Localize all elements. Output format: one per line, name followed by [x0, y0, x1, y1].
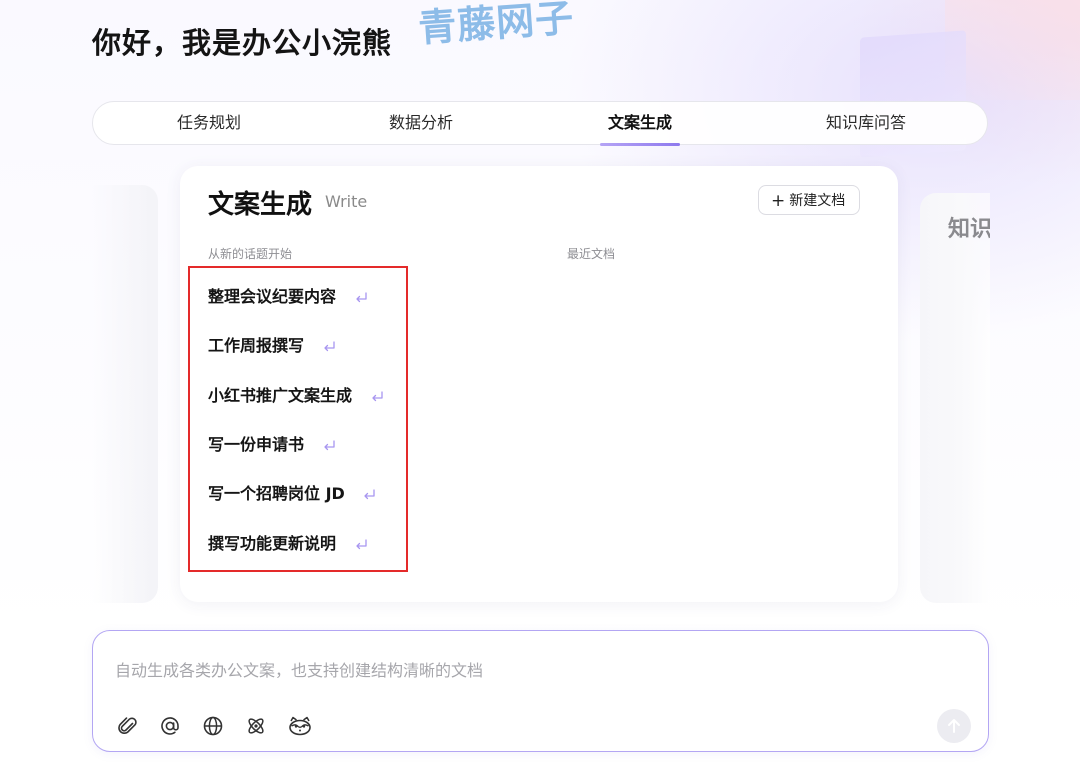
- topic-label: 写一份申请书: [208, 435, 305, 454]
- copywriting-card: 文案生成 Write + 新建文档 从新的话题开始 最近文档 整理会议纪要内容 工…: [180, 166, 898, 602]
- chat-input-box[interactable]: 自动生成各类办公文案，也支持创建结构清晰的文档: [92, 630, 989, 752]
- tab-task-planning[interactable]: 任务规划: [167, 102, 251, 144]
- greeting-title: 你好，我是办公小浣熊: [92, 26, 393, 60]
- topic-label: 小红书推广文案生成: [208, 386, 353, 405]
- enter-icon: [355, 291, 367, 302]
- topic-item[interactable]: 写一份申请书: [208, 431, 336, 459]
- topic-item[interactable]: 整理会议纪要内容: [208, 283, 368, 311]
- enter-icon: [323, 340, 335, 351]
- recent-documents-label: 最近文档: [567, 247, 616, 261]
- send-arrow-icon: [948, 719, 960, 733]
- enter-icon: [355, 538, 367, 549]
- carousel-card-next[interactable]: 知识: [920, 193, 990, 603]
- tab-bar: 任务规划 数据分析 文案生成 知识库问答: [92, 101, 988, 146]
- topic-label: 写一个招聘岗位 JD: [208, 484, 345, 503]
- atom-icon[interactable]: [245, 715, 267, 737]
- send-button[interactable]: [937, 709, 971, 743]
- card-title: 文案生成: [208, 190, 313, 220]
- next-card-title: 知识: [948, 217, 990, 242]
- topic-item[interactable]: 写一个招聘岗位 JD: [208, 480, 376, 508]
- carousel-card-previous[interactable]: [92, 185, 158, 603]
- topic-label: 整理会议纪要内容: [208, 287, 337, 306]
- plus-icon: +: [771, 191, 786, 211]
- enter-icon: [323, 439, 335, 450]
- enter-icon: [371, 390, 383, 401]
- topic-item[interactable]: 小红书推广文案生成: [208, 382, 384, 410]
- tab-data-analysis[interactable]: 数据分析: [379, 102, 463, 144]
- tab-knowledge-qa[interactable]: 知识库问答: [815, 102, 917, 144]
- enter-icon: [364, 488, 376, 499]
- new-document-button[interactable]: + 新建文档: [758, 185, 861, 215]
- topic-label: 撰写功能更新说明: [208, 534, 337, 553]
- card-subtitle: Write: [325, 192, 368, 211]
- topic-item[interactable]: 工作周报撰写: [208, 332, 336, 360]
- topic-label: 工作周报撰写: [208, 336, 305, 355]
- topics-section-label: 从新的话题开始: [208, 247, 293, 261]
- at-icon[interactable]: [159, 715, 181, 737]
- globe-icon[interactable]: [202, 715, 224, 737]
- raccoon-icon[interactable]: [287, 715, 313, 737]
- new-document-label: 新建文档: [789, 193, 846, 209]
- tab-copywriting[interactable]: 文案生成: [598, 102, 682, 144]
- topic-item[interactable]: 撰写功能更新说明: [208, 530, 368, 558]
- chat-input-placeholder[interactable]: 自动生成各类办公文案，也支持创建结构清晰的文档: [115, 657, 483, 681]
- paperclip-icon[interactable]: [117, 715, 139, 737]
- active-tab-indicator: [600, 143, 680, 146]
